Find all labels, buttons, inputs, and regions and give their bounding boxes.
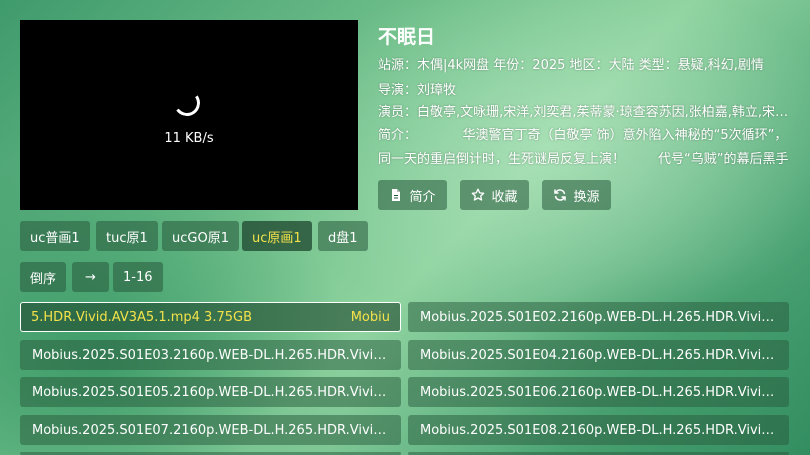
episode-item[interactable]: Mobius.2025.S01E04.2160p.WEB-DL.H.265.HD…: [408, 340, 789, 370]
episode-label: Mobius.2025.S01E07.2160p.WEB-DL.H.265.HD…: [32, 422, 389, 438]
video-player[interactable]: 11 KB/s: [20, 20, 358, 210]
episode-item[interactable]: Mobius.2025.S01E03.2160p.WEB-DL.H.265.HD…: [20, 340, 401, 370]
star-icon: [472, 188, 485, 201]
meta-line: 站源：木偶|4k网盘 年份：2025 地区：大陆 类型：悬疑,科幻,剧情: [378, 58, 764, 73]
source-chip[interactable]: uc普画1: [20, 221, 90, 251]
episode-label: Mobius.2025.S01E04.2160p.WEB-DL.H.265.HD…: [420, 347, 777, 363]
episode-label: Mobius.2025.S01E06.2160p.WEB-DL.H.265.HD…: [420, 384, 777, 400]
episode-item[interactable]: Mobius.2025.S01E05.2160p.WEB-DL.H.265.HD…: [20, 377, 401, 407]
download-speed: 11 KB/s: [164, 131, 214, 146]
intro-line-2: 同一天的重启倒计时，生死谜局反复上演！ 代号“乌贼”的幕后黑手: [378, 152, 789, 167]
episode-label: Mobius.2025.S01E02.2160p.WEB-DL.H.265.HD…: [420, 309, 777, 325]
episode-label: 5.HDR.Vivid.AV3A5.1.mp4 3.75GB: [31, 309, 252, 325]
source-chip[interactable]: d盘1: [318, 221, 368, 251]
episode-item[interactable]: Mobius.2025.S01E06.2160p.WEB-DL.H.265.HD…: [408, 377, 789, 407]
switch-source-button[interactable]: 换源: [542, 180, 611, 210]
episode-label: Mobius.2025.S01E03.2160p.WEB-DL.H.265.HD…: [32, 347, 389, 363]
refresh-icon: [554, 189, 567, 201]
episode-label: Mobius.2025.S01E05.2160p.WEB-DL.H.265.HD…: [32, 384, 389, 400]
source-chip[interactable]: ucGO原1: [162, 221, 239, 251]
reverse-order-button[interactable]: 倒序: [20, 262, 67, 292]
document-icon: [392, 189, 401, 201]
loading-spinner-icon: [171, 87, 203, 119]
cast-line: 演员：白敬亭,文咏珊,宋洋,刘奕君,茱蒂蒙·琼查容苏因,张柏嘉,韩立,宋佳伦: [378, 105, 792, 120]
episode-item[interactable]: Mobius.2025.S01E08.2160p.WEB-DL.H.265.HD…: [408, 415, 789, 445]
arrow-button[interactable]: →: [72, 262, 109, 292]
switch-source-button-label: 换源: [573, 189, 600, 205]
source-chip-active[interactable]: uc原画1: [242, 221, 312, 251]
source-chip[interactable]: tuc原1: [96, 221, 158, 251]
director-line: 导演：刘璋牧: [378, 83, 457, 98]
episode-range-button[interactable]: 1-16: [113, 262, 163, 292]
intro-line-1: 简介： 华澳警官丁奇（白敬亭 饰）意外陷入神秘的“5次循环”，: [378, 128, 788, 143]
video-title: 不眠日: [378, 26, 436, 48]
episode-item-focused[interactable]: 5.HDR.Vivid.AV3A5.1.mp4 3.75GB Mobiu: [20, 302, 401, 332]
episode-label: Mobius.2025.S01E08.2160p.WEB-DL.H.265.HD…: [420, 422, 777, 438]
episode-label-scroll: Mobiu: [350, 309, 390, 325]
episode-item[interactable]: Mobius.2025.S01E02.2160p.WEB-DL.H.265.HD…: [408, 302, 789, 332]
intro-button-label: 简介: [409, 189, 436, 205]
intro-button[interactable]: 简介: [378, 180, 447, 210]
favorite-button-label: 收藏: [491, 189, 518, 205]
favorite-button[interactable]: 收藏: [460, 180, 529, 210]
episode-item[interactable]: Mobius.2025.S01E07.2160p.WEB-DL.H.265.HD…: [20, 415, 401, 445]
